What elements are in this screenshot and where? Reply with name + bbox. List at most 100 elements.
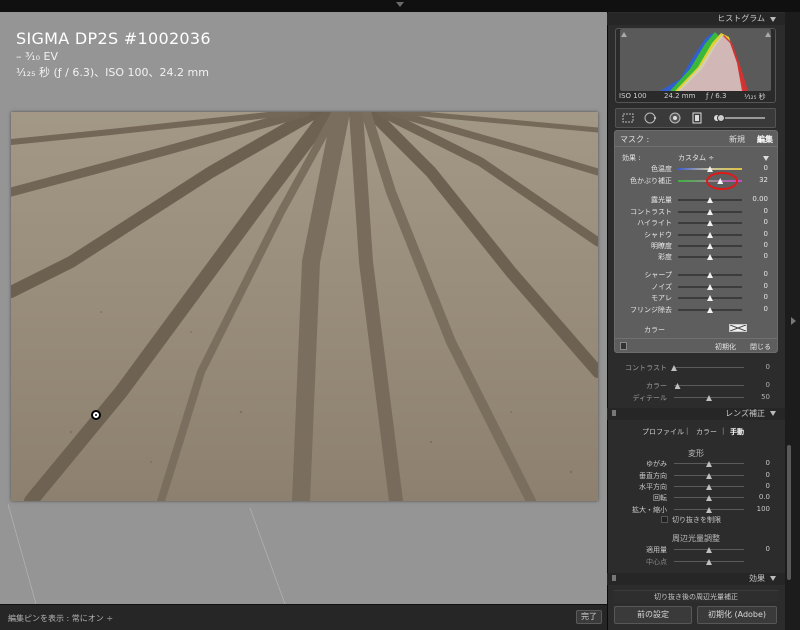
lens-tabs: プロファイル | カラー | 手動: [642, 427, 744, 437]
spot-removal-icon[interactable]: [643, 111, 657, 125]
tool-slider-track[interactable]: [721, 117, 765, 119]
transform-slider-value[interactable]: 100: [750, 505, 770, 513]
mask-close-button[interactable]: 閉じる: [750, 342, 771, 352]
transform-slider-value[interactable]: 0: [750, 471, 770, 479]
scrollbar-thumb[interactable]: [787, 445, 791, 580]
mask-slider-value[interactable]: 0: [746, 164, 768, 172]
transform-slider-label: 拡大・縮小: [632, 506, 667, 514]
exposure-compensation: – ³⁄₁₀ EV: [16, 50, 59, 63]
image-viewport: SIGMA DP2S #1002036 – ³⁄₁₀ EV ¹⁄₁₂₅ 秒 (ƒ…: [0, 12, 607, 604]
transform-slider-value[interactable]: 0: [750, 482, 770, 490]
mask-slider-label: シャープ: [644, 271, 672, 279]
mask-slider-label: モアレ: [651, 294, 672, 302]
histogram-iso: ISO 100: [619, 92, 647, 100]
post-crop-vignette-title: 切り抜き後の周辺光量補正: [614, 590, 778, 602]
reset-adobe-button[interactable]: 初期化 (Adobe): [697, 606, 777, 624]
done-button[interactable]: 完了: [576, 610, 602, 624]
shadow-clipping-icon[interactable]: [621, 32, 627, 37]
mask-slider-label: フリンジ除去: [630, 306, 672, 314]
mask-slider-value[interactable]: 0: [746, 252, 768, 260]
histogram-shutter: ¹⁄₁₂₅ 秒: [744, 93, 766, 101]
tab-manual[interactable]: 手動: [730, 427, 744, 437]
histogram-header[interactable]: ヒストグラム: [607, 13, 785, 25]
slider-track[interactable]: [674, 367, 744, 368]
mask-slider-value[interactable]: 0: [746, 230, 768, 238]
slider-label: カラー: [646, 382, 667, 390]
mask-label: マスク :: [620, 135, 650, 144]
histogram-focal-length: 24.2 mm: [664, 92, 696, 100]
red-eye-icon[interactable]: [668, 111, 682, 125]
effects-collapse-icon[interactable]: [770, 576, 776, 581]
transform-slider-label: 回転: [653, 494, 667, 502]
mask-slider-value[interactable]: 0: [746, 293, 768, 301]
histogram-collapse-icon[interactable]: [770, 17, 776, 22]
mask-toggle-switch[interactable]: [620, 342, 627, 350]
mask-slider-value[interactable]: 0: [746, 207, 768, 215]
histogram-chart: [620, 32, 748, 91]
mask-slider-label: 色温度: [651, 165, 672, 173]
tab-color[interactable]: カラー: [696, 427, 717, 437]
camera-title: SIGMA DP2S #1002036: [16, 29, 211, 48]
mask-edit-button[interactable]: 編集: [757, 134, 773, 145]
effect-label: 効果 :: [622, 154, 641, 162]
effect-collapse-icon[interactable]: [763, 156, 769, 161]
transform-slider-value[interactable]: 0.0: [750, 493, 770, 501]
toolbar: 編集ピンを表示 : 常にオン ÷ 完了: [0, 604, 607, 630]
slider-value[interactable]: 0: [750, 363, 770, 371]
mask-slider-label: シャドウ: [644, 231, 672, 239]
effects-panel-switch[interactable]: [612, 575, 616, 581]
effects-header[interactable]: 効果: [607, 573, 785, 585]
histogram-graph: [620, 29, 771, 91]
slider-label: コントラスト: [625, 364, 667, 372]
exposure-info: ¹⁄₁₂₅ 秒 (ƒ / 6.3)、ISO 100、24.2 mm: [16, 66, 209, 79]
vignette-slider-label: 中心点: [646, 558, 667, 566]
slider-track[interactable]: [674, 385, 744, 386]
mask-slider-value[interactable]: 32: [746, 176, 768, 184]
transform-slider-value[interactable]: 0: [750, 459, 770, 467]
mask-color-swatch[interactable]: [729, 324, 747, 332]
slider-value[interactable]: 0: [750, 381, 770, 389]
transform-slider-label: ゆがみ: [646, 460, 667, 468]
tab-profile[interactable]: プロファイル: [642, 427, 684, 437]
photo-canvas[interactable]: [11, 112, 598, 501]
vignette-slider-label: 適用量: [646, 546, 667, 554]
slider-label: ディテール: [632, 394, 667, 402]
mask-slider-value[interactable]: 0: [746, 282, 768, 290]
mask-reset-button[interactable]: 初期化: [715, 342, 736, 352]
histogram-aperture: ƒ / 6.3: [706, 92, 727, 100]
mask-slider-label: ハイライト: [637, 219, 672, 227]
transform-slider-label: 垂直方向: [639, 472, 667, 480]
top-panel-toggle-icon[interactable]: [396, 2, 404, 7]
mask-slider-value[interactable]: 0.00: [746, 195, 768, 203]
transform-slider-label: 水平方向: [639, 483, 667, 491]
mask-slider-label: ノイズ: [651, 283, 672, 291]
right-panel-toggle-icon[interactable]: [791, 317, 796, 325]
lens-correction-header[interactable]: レンズ補正: [607, 408, 785, 420]
mask-slider-label: コントラスト: [630, 208, 672, 216]
effects-title: 効果: [749, 574, 765, 583]
vignette-slider-value[interactable]: 0: [750, 545, 770, 553]
mask-divider: [615, 146, 777, 147]
lens-collapse-icon[interactable]: [770, 411, 776, 416]
mask-slider-value[interactable]: 0: [746, 241, 768, 249]
mask-slider-value[interactable]: 0: [746, 218, 768, 226]
mask-slider-value[interactable]: 0: [746, 270, 768, 278]
adjustment-brush-pin[interactable]: [91, 410, 101, 420]
constrain-crop-checkbox[interactable]: [661, 516, 668, 523]
show-edit-pins-select[interactable]: 編集ピンを表示 : 常にオン ÷: [8, 613, 113, 624]
histogram-title: ヒストグラム: [717, 14, 765, 23]
highlight-clipping-icon[interactable]: [765, 32, 771, 37]
tool-slider-knob[interactable]: [717, 114, 725, 122]
lens-panel-switch[interactable]: [612, 410, 616, 416]
swatch-none-icon: [730, 325, 746, 331]
graduated-filter-icon[interactable]: [690, 111, 704, 125]
previous-settings-button[interactable]: 前の設定: [614, 606, 692, 624]
mask-color-label: カラー: [644, 326, 665, 334]
effect-preset-select[interactable]: カスタム ÷: [678, 153, 714, 163]
lens-correction-title: レンズ補正: [725, 409, 765, 418]
mask-slider-value[interactable]: 0: [746, 305, 768, 313]
mask-new-button[interactable]: 新規: [729, 134, 745, 145]
transform-title: 変形: [688, 449, 704, 458]
slider-value[interactable]: 50: [750, 393, 770, 401]
crop-tool-icon[interactable]: [621, 111, 635, 125]
